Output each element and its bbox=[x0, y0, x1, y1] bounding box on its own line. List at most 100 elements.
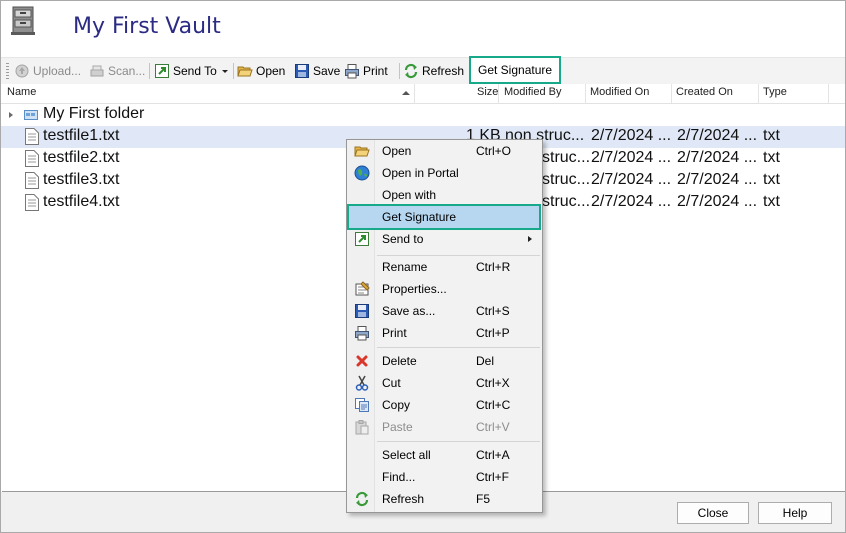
row-modified-by: struc... bbox=[542, 171, 591, 188]
save-button[interactable]: Save bbox=[294, 61, 340, 81]
send-to-icon bbox=[355, 232, 369, 246]
menu-item-shortcut: Ctrl+X bbox=[476, 376, 510, 390]
upload-icon bbox=[15, 64, 29, 78]
column-divider[interactable] bbox=[758, 84, 759, 103]
menu-item-open-with[interactable]: Open with bbox=[349, 184, 540, 206]
menu-item-label: Properties... bbox=[382, 282, 447, 296]
row-modified-on: 2/7/2024 ... bbox=[591, 127, 672, 144]
menu-item-label: Open bbox=[382, 144, 412, 158]
menu-item-label: Rename bbox=[382, 260, 428, 274]
upload-label: Upload... bbox=[33, 64, 82, 78]
menu-item-properties[interactable]: Properties... bbox=[349, 278, 540, 300]
save-icon bbox=[295, 64, 309, 78]
menu-item-save-as[interactable]: Save as... Ctrl+S bbox=[349, 300, 540, 322]
window-header: My First Vault bbox=[1, 1, 845, 54]
column-created-on[interactable]: Created On bbox=[676, 86, 733, 98]
menu-item-label: Paste bbox=[382, 420, 413, 434]
expand-arrow-icon[interactable] bbox=[9, 112, 13, 118]
row-modified-by: struc... bbox=[542, 193, 591, 210]
open-button[interactable]: Open bbox=[237, 61, 285, 81]
column-modified-by[interactable]: Modified By bbox=[504, 86, 561, 98]
menu-item-shortcut: Ctrl+V bbox=[476, 420, 510, 434]
menu-item-shortcut: Ctrl+R bbox=[476, 260, 511, 274]
submenu-arrow-icon bbox=[528, 236, 532, 242]
toolbar-separator bbox=[149, 63, 150, 79]
scan-button[interactable]: Scan... bbox=[89, 61, 145, 81]
open-folder-icon bbox=[354, 146, 370, 157]
row-created-on: 2/7/2024 ... bbox=[677, 149, 758, 166]
close-button[interactable]: Close bbox=[677, 502, 749, 524]
folder-icon bbox=[24, 110, 38, 120]
column-size[interactable]: Size bbox=[477, 86, 498, 98]
row-name: testfile3.txt bbox=[43, 171, 120, 188]
sort-ascending-icon bbox=[402, 91, 410, 95]
printer-icon bbox=[355, 326, 369, 341]
row-modified-on: 2/7/2024 ... bbox=[591, 171, 672, 188]
text-file-icon bbox=[25, 150, 39, 167]
upload-button[interactable]: Upload... bbox=[14, 61, 81, 81]
cut-icon bbox=[355, 375, 369, 391]
menu-item-refresh[interactable]: Refresh F5 bbox=[349, 488, 540, 510]
paste-icon bbox=[355, 420, 369, 435]
row-created-on: 2/7/2024 ... bbox=[677, 127, 758, 144]
send-to-label: Send To bbox=[173, 64, 217, 78]
menu-item-shortcut: Del bbox=[476, 354, 495, 368]
column-divider[interactable] bbox=[498, 84, 499, 103]
menu-item-label: Open in Portal bbox=[382, 166, 459, 180]
column-modified-on[interactable]: Modified On bbox=[590, 86, 649, 98]
context-menu: Open Ctrl+O Open in Portal Open with Get… bbox=[346, 139, 543, 513]
open-label: Open bbox=[256, 64, 286, 78]
column-divider[interactable] bbox=[828, 84, 829, 103]
row-modified-by: struc... bbox=[542, 149, 591, 166]
menu-item-paste[interactable]: Paste Ctrl+V bbox=[349, 416, 540, 438]
send-to-button[interactable]: Send To bbox=[154, 61, 228, 81]
column-type[interactable]: Type bbox=[763, 86, 787, 98]
menu-item-copy[interactable]: Copy Ctrl+C bbox=[349, 394, 540, 416]
menu-item-open[interactable]: Open Ctrl+O bbox=[349, 140, 540, 162]
save-icon bbox=[355, 304, 369, 318]
toolbar-separator bbox=[399, 63, 400, 79]
menu-item-send-to[interactable]: Send to bbox=[349, 228, 540, 250]
menu-item-select-all[interactable]: Select all Ctrl+A bbox=[349, 444, 540, 466]
get-signature-highlight-frame bbox=[347, 204, 541, 230]
refresh-icon bbox=[355, 491, 369, 507]
list-item-folder[interactable]: My First folder bbox=[1, 104, 845, 126]
text-file-icon bbox=[25, 128, 39, 145]
menu-item-label: Copy bbox=[382, 398, 411, 412]
copy-icon bbox=[355, 398, 369, 412]
row-type: txt bbox=[763, 127, 780, 144]
menu-item-label: Save as... bbox=[382, 304, 436, 318]
chevron-down-icon bbox=[221, 69, 228, 73]
row-name: testfile1.txt bbox=[43, 127, 120, 144]
row-name: My First folder bbox=[43, 105, 145, 122]
menu-item-open-in-portal[interactable]: Open in Portal bbox=[349, 162, 540, 184]
menu-item-cut[interactable]: Cut Ctrl+X bbox=[349, 372, 540, 394]
menu-item-print[interactable]: Print Ctrl+P bbox=[349, 322, 540, 344]
row-type: txt bbox=[763, 149, 780, 166]
print-button[interactable]: Print bbox=[344, 61, 388, 81]
menu-item-rename[interactable]: Rename Ctrl+R bbox=[349, 256, 540, 278]
menu-item-label: Delete bbox=[382, 354, 417, 368]
menu-item-shortcut: Ctrl+A bbox=[476, 448, 510, 462]
menu-item-shortcut: Ctrl+S bbox=[476, 304, 510, 318]
row-type: txt bbox=[763, 193, 780, 210]
column-divider[interactable] bbox=[414, 84, 415, 103]
text-file-icon bbox=[25, 194, 39, 211]
column-divider[interactable] bbox=[585, 84, 586, 103]
refresh-button[interactable]: Refresh bbox=[403, 61, 464, 81]
page-title: My First Vault bbox=[73, 14, 221, 39]
column-name[interactable]: Name bbox=[7, 86, 36, 98]
properties-icon bbox=[355, 281, 370, 296]
menu-item-label: Open with bbox=[382, 188, 437, 202]
menu-item-label: Cut bbox=[382, 376, 401, 390]
help-button[interactable]: Help bbox=[758, 502, 832, 524]
menu-item-delete[interactable]: Delete Del bbox=[349, 350, 540, 372]
text-file-icon bbox=[25, 172, 39, 189]
printer-icon bbox=[345, 64, 359, 79]
menu-item-find[interactable]: Find... Ctrl+F bbox=[349, 466, 540, 488]
save-label: Save bbox=[313, 64, 341, 78]
menu-item-label: Send to bbox=[382, 232, 424, 246]
get-signature-label: Get Signature bbox=[478, 63, 553, 77]
menu-item-label: Select all bbox=[382, 448, 431, 462]
column-divider[interactable] bbox=[671, 84, 672, 103]
